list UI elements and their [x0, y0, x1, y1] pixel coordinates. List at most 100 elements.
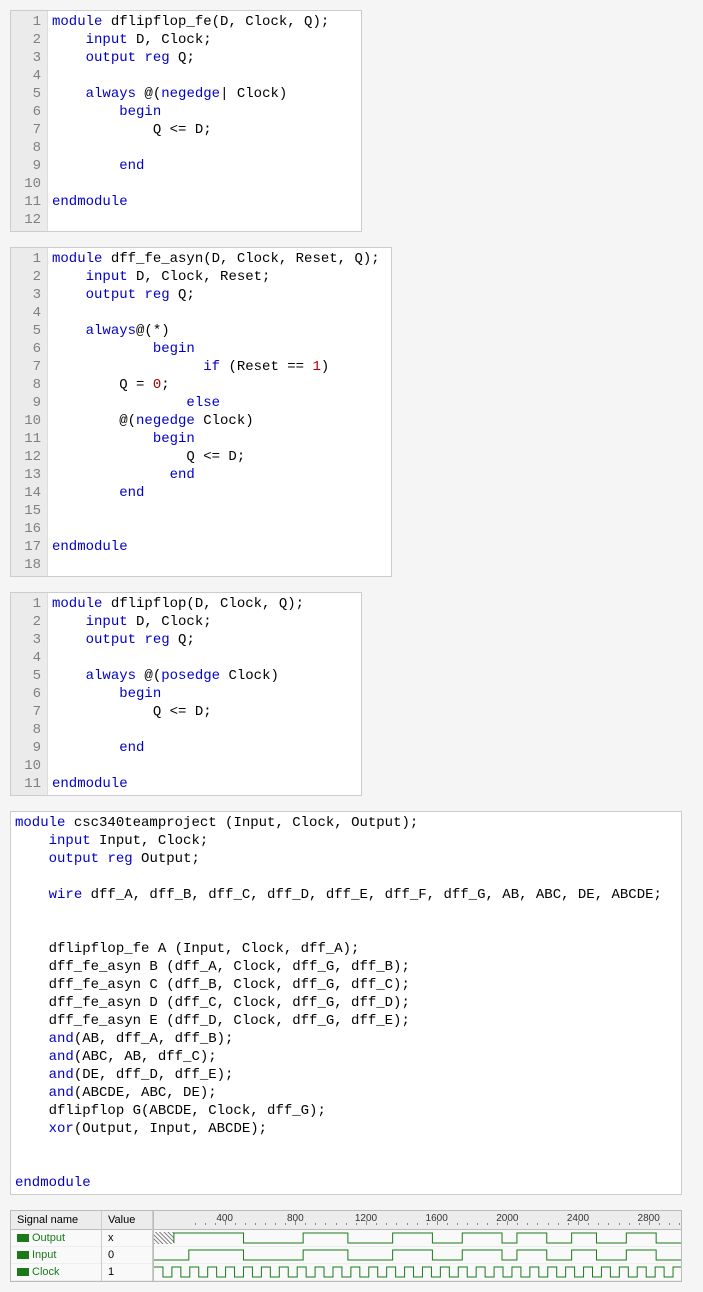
line-number: 6: [13, 103, 41, 121]
code-line: dff_fe_asyn B (dff_A, Clock, dff_G, dff_…: [15, 958, 677, 976]
code-line: always @(posedge Clock): [52, 667, 357, 685]
line-number: 2: [13, 613, 41, 631]
line-number: 12: [13, 448, 41, 466]
code-line: module dff_fe_asyn(D, Clock, Reset, Q);: [52, 250, 387, 268]
code-line: end: [52, 484, 387, 502]
wave-ruler: 40080012001600200024002800: [154, 1211, 681, 1230]
code-line: and(AB, dff_A, dff_B);: [15, 1030, 677, 1048]
code-line: always @(negedge| Clock): [52, 85, 357, 103]
line-number: 18: [13, 556, 41, 574]
wave-signal-value: 0: [102, 1247, 152, 1264]
code-line: dflipflop G(ABCDE, Clock, dff_G);: [15, 1102, 677, 1120]
code-line: [52, 520, 387, 538]
line-number: 15: [13, 502, 41, 520]
code-line: [52, 556, 387, 574]
line-number: 8: [13, 721, 41, 739]
code-line: [52, 67, 357, 85]
line-number: 2: [13, 31, 41, 49]
code-line: input D, Clock;: [52, 31, 357, 49]
line-number: 3: [13, 631, 41, 649]
code-area[interactable]: module dflipflop(D, Clock, Q); input D, …: [48, 593, 361, 795]
line-number: 3: [13, 49, 41, 67]
line-number: 9: [13, 739, 41, 757]
code-line: [15, 904, 677, 922]
line-number: 3: [13, 286, 41, 304]
code-block: 123456789101112131415161718module dff_fe…: [10, 247, 392, 577]
code-line: end: [52, 466, 387, 484]
code-line: endmodule: [52, 538, 387, 556]
line-number: 7: [13, 121, 41, 139]
code-line: begin: [52, 430, 387, 448]
code-line: endmodule: [52, 775, 357, 793]
code-line: endmodule: [52, 193, 357, 211]
line-number: 1: [13, 595, 41, 613]
line-number: 5: [13, 322, 41, 340]
code-line: output reg Q;: [52, 631, 357, 649]
line-number: 7: [13, 358, 41, 376]
code-line: output reg Output;: [15, 850, 677, 868]
code-line: always@(*): [52, 322, 387, 340]
code-line: input Input, Clock;: [15, 832, 677, 850]
line-number: 6: [13, 685, 41, 703]
line-number-gutter: 1234567891011: [11, 593, 48, 795]
line-number: 11: [13, 430, 41, 448]
code-area[interactable]: module csc340teamproject (Input, Clock, …: [11, 812, 681, 1194]
line-number: 5: [13, 85, 41, 103]
code-line: wire dff_A, dff_B, dff_C, dff_D, dff_E, …: [15, 886, 677, 904]
line-number-gutter: 123456789101112: [11, 11, 48, 231]
wave-signal-name[interactable]: Input: [11, 1247, 101, 1264]
code-line: Q <= D;: [52, 448, 387, 466]
line-number: 14: [13, 484, 41, 502]
line-number: 10: [13, 175, 41, 193]
wave-signal-name[interactable]: Clock: [11, 1264, 101, 1281]
line-number: 11: [13, 775, 41, 793]
code-line: [52, 757, 357, 775]
code-line: if (Reset == 1): [52, 358, 387, 376]
code-line: output reg Q;: [52, 49, 357, 67]
code-line: [52, 304, 387, 322]
wave-signal-value: x: [102, 1230, 152, 1247]
wave-signal-name[interactable]: Output: [11, 1230, 101, 1247]
wave-header-name: Signal name: [11, 1211, 101, 1230]
code-line: begin: [52, 340, 387, 358]
wave-signal-value: 1: [102, 1264, 152, 1281]
code-line: [15, 1138, 677, 1156]
line-number: 16: [13, 520, 41, 538]
code-line: module dflipflop(D, Clock, Q);: [52, 595, 357, 613]
code-area[interactable]: module dff_fe_asyn(D, Clock, Reset, Q); …: [48, 248, 391, 576]
code-line: @(negedge Clock): [52, 412, 387, 430]
code-line: Q <= D;: [52, 703, 357, 721]
code-line: dff_fe_asyn E (dff_D, Clock, dff_G, dff_…: [15, 1012, 677, 1030]
code-line: input D, Clock;: [52, 613, 357, 631]
line-number: 4: [13, 304, 41, 322]
wave-signal-list: Signal name Output Input Clock Value x 0…: [11, 1211, 154, 1281]
code-line: endmodule: [15, 1174, 677, 1192]
wave-row-input: [154, 1247, 681, 1264]
line-number: 13: [13, 466, 41, 484]
line-number: 10: [13, 757, 41, 775]
line-number: 12: [13, 211, 41, 229]
code-line: begin: [52, 103, 357, 121]
wave-row-output: [154, 1230, 681, 1247]
code-line: Q <= D;: [52, 121, 357, 139]
code-line: [52, 721, 357, 739]
code-area[interactable]: module dflipflop_fe(D, Clock, Q); input …: [48, 11, 361, 231]
code-line: [15, 922, 677, 940]
wave-plot-area[interactable]: 40080012001600200024002800: [154, 1211, 681, 1281]
code-line: begin: [52, 685, 357, 703]
line-number: 6: [13, 340, 41, 358]
code-line: module csc340teamproject (Input, Clock, …: [15, 814, 677, 832]
line-number: 4: [13, 67, 41, 85]
code-block: 123456789101112module dflipflop_fe(D, Cl…: [10, 10, 362, 232]
code-line: dff_fe_asyn D (dff_C, Clock, dff_G, dff_…: [15, 994, 677, 1012]
code-line: dflipflop_fe A (Input, Clock, dff_A);: [15, 940, 677, 958]
line-number: 8: [13, 139, 41, 157]
code-block: 1234567891011module dflipflop(D, Clock, …: [10, 592, 362, 796]
line-number: 7: [13, 703, 41, 721]
line-number: 9: [13, 157, 41, 175]
code-line: end: [52, 157, 357, 175]
line-number: 5: [13, 667, 41, 685]
line-number-gutter: 123456789101112131415161718: [11, 248, 48, 576]
waveform-panel: Signal name Output Input Clock Value x 0…: [10, 1210, 682, 1282]
code-line: [52, 649, 357, 667]
